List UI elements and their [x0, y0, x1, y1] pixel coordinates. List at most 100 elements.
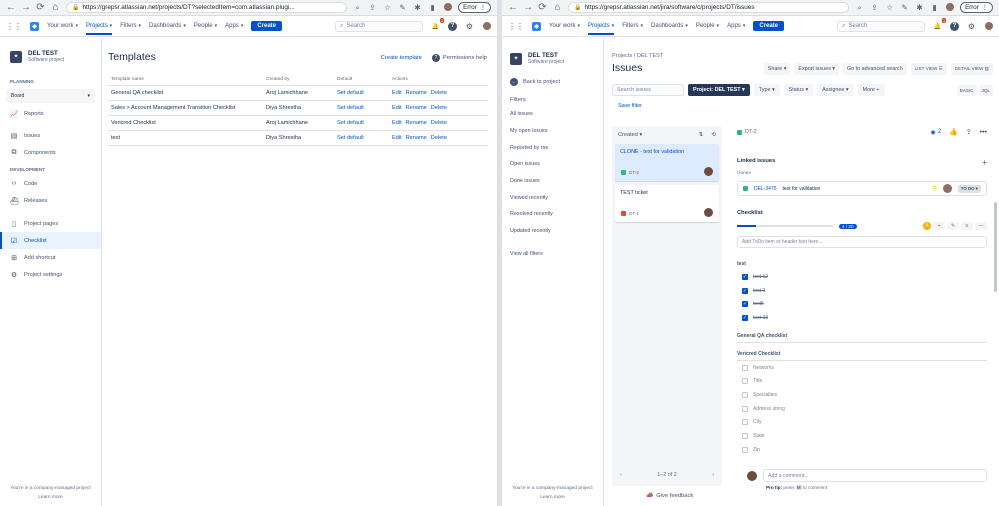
puzzle-icon[interactable]: ✱: [915, 3, 924, 12]
filter-done-issues[interactable]: Done issues: [502, 173, 603, 190]
search-input[interactable]: ⌕ Search: [837, 20, 925, 32]
assignee-filter-button[interactable]: Assignee ▾: [817, 84, 854, 96]
sidebar-item-components[interactable]: ⧉ Components: [0, 144, 101, 161]
create-button[interactable]: Create: [251, 21, 283, 31]
edit-icon[interactable]: ✎: [947, 222, 959, 230]
sidebar-item-project-settings[interactable]: ⚙ Project settings: [0, 266, 101, 283]
sidebar-item-reports[interactable]: 📈 Reports: [0, 105, 101, 122]
sidepanel-icon[interactable]: ▮: [930, 3, 939, 12]
delete-link[interactable]: Delete: [431, 135, 447, 141]
checkbox-checked-icon[interactable]: ✓: [742, 273, 748, 280]
project-header[interactable]: ✦ DEL TEST Software project: [502, 38, 603, 73]
more-filter-button[interactable]: More +: [857, 84, 885, 96]
checklist-item[interactable]: State: [737, 429, 987, 443]
edit-link[interactable]: Edit: [392, 135, 402, 141]
share-button[interactable]: Share ▾: [763, 63, 791, 75]
checkbox-checked-icon[interactable]: ✓: [742, 287, 748, 294]
checklist-item[interactable]: City: [737, 416, 987, 430]
gear-icon[interactable]: ⚙: [465, 22, 474, 31]
save-filter-link[interactable]: Save filter: [618, 103, 642, 109]
nav-people[interactable]: People ▾: [194, 23, 217, 29]
filter-resolved-recently[interactable]: Resolved recently: [502, 206, 603, 223]
nav-projects[interactable]: Projects ▾: [85, 23, 113, 35]
nav-dashboards[interactable]: Dashboards ▾: [149, 23, 186, 29]
home-icon[interactable]: ⌂: [553, 2, 562, 13]
checklist-item[interactable]: Title: [737, 374, 987, 388]
rename-link[interactable]: Rename: [406, 105, 427, 111]
sidebar-item-add-shortcut[interactable]: ⊞ Add shortcut: [0, 249, 101, 266]
nav-your-work[interactable]: Your work ▾: [549, 23, 580, 29]
checklist-item[interactable]: ✓ test5: [737, 297, 987, 311]
issue-card[interactable]: CLONE - test for validation DT-2: [615, 144, 719, 181]
nav-projects[interactable]: Projects ▾: [587, 23, 615, 35]
next-page-icon[interactable]: ›: [712, 472, 714, 478]
sort-dropdown[interactable]: Created ▾: [618, 132, 642, 138]
error-button[interactable]: Error ⋮: [458, 2, 491, 13]
reload-icon[interactable]: ⟳: [36, 2, 45, 13]
delete-link[interactable]: Delete: [431, 105, 447, 111]
avatar[interactable]: [945, 2, 954, 13]
checklist-item[interactable]: Address string: [737, 402, 987, 416]
nav-apps[interactable]: Apps ▾: [727, 23, 745, 29]
forward-arrow-icon[interactable]: →: [21, 2, 31, 13]
issue-card[interactable]: TEST ticket DT-1: [615, 185, 719, 222]
checklist-item[interactable]: ✓ test 33: [737, 311, 987, 325]
alert-badge[interactable]: A: [923, 222, 931, 230]
sidebar-item-releases[interactable]: ⛴ Releases: [0, 192, 101, 209]
filter-icon[interactable]: ≡: [961, 222, 973, 230]
status-filter-button[interactable]: Status ▾: [783, 84, 814, 96]
set-default-link[interactable]: Set default: [334, 85, 389, 101]
address-bar[interactable]: 🔒 https://grepsr.atlassian.net/jira/softw…: [568, 2, 850, 13]
status-badge[interactable]: TO DO ▾: [957, 184, 981, 193]
type-filter-button[interactable]: Type ▾: [753, 84, 780, 96]
learn-more-link[interactable]: Learn more: [0, 493, 101, 502]
breadcrumb-project[interactable]: DEL TEST: [637, 53, 663, 59]
checkbox-checked-icon[interactable]: ✓: [742, 301, 748, 308]
help-icon[interactable]: ?: [448, 21, 457, 31]
sidebar-item-issues[interactable]: ▤ Issues: [0, 127, 101, 144]
checkbox-icon[interactable]: [742, 391, 748, 398]
create-template-link[interactable]: Create template: [381, 55, 422, 61]
nav-dashboards[interactable]: Dashboards ▾: [651, 23, 688, 29]
filter-all-issues[interactable]: All issues: [502, 106, 603, 123]
filter-my-open-issues[interactable]: My open issues: [502, 123, 603, 140]
sidebar-item-project-pages[interactable]: ▯ Project pages: [0, 215, 101, 232]
permissions-help-link[interactable]: ? Permissions help: [431, 54, 487, 62]
checkbox-icon[interactable]: [742, 446, 748, 453]
app-switcher-icon[interactable]: ⋮⋮: [508, 22, 524, 31]
extension-icon[interactable]: ✎: [900, 3, 909, 12]
checkbox-icon[interactable]: [742, 378, 748, 385]
thumbs-up-icon[interactable]: 👍: [949, 128, 958, 136]
checkbox-icon[interactable]: [742, 364, 748, 371]
filter-updated-recently[interactable]: Updated recently: [502, 223, 603, 240]
rename-link[interactable]: Rename: [406, 120, 427, 126]
edit-link[interactable]: Edit: [392, 90, 402, 96]
jira-logo-icon[interactable]: ◆: [532, 21, 541, 31]
search-issues-input[interactable]: Search issues: [612, 84, 684, 96]
rename-link[interactable]: Rename: [406, 135, 427, 141]
create-button[interactable]: Create: [753, 21, 785, 31]
give-feedback-link[interactable]: 📣 Give feedback: [646, 493, 693, 499]
learn-more-link[interactable]: Learn more: [502, 493, 603, 502]
back-arrow-icon[interactable]: ←: [508, 2, 518, 13]
filter-reported-by-me[interactable]: Reported by me: [502, 139, 603, 156]
linked-issue-key[interactable]: DEL-3475: [754, 186, 777, 192]
profile-avatar[interactable]: [482, 22, 491, 31]
more-icon[interactable]: •••: [980, 129, 987, 136]
add-todo-input[interactable]: Add ToDo item or header text here...: [737, 236, 987, 248]
basic-mode-button[interactable]: BASIC: [956, 84, 977, 96]
checklist-item[interactable]: ✓ test 2: [737, 284, 987, 298]
reload-icon[interactable]: ⟳: [538, 2, 547, 13]
delete-link[interactable]: Delete: [431, 120, 447, 126]
error-button[interactable]: Error ⋮: [960, 2, 993, 13]
view-all-filters-link[interactable]: View all filters: [502, 246, 603, 263]
nav-filters[interactable]: Filters ▾: [622, 23, 643, 29]
nav-your-work[interactable]: Your work ▾: [47, 23, 78, 29]
star-icon[interactable]: ☆: [885, 3, 894, 12]
nav-people[interactable]: People ▾: [696, 23, 719, 29]
checklist-item[interactable]: Specialties: [737, 388, 987, 402]
project-header[interactable]: ✦ DEL TEST Software project: [0, 38, 101, 73]
prev-page-icon[interactable]: ‹: [620, 472, 622, 478]
comment-input[interactable]: Add a comment...: [763, 469, 987, 482]
rename-link[interactable]: Rename: [406, 90, 427, 96]
